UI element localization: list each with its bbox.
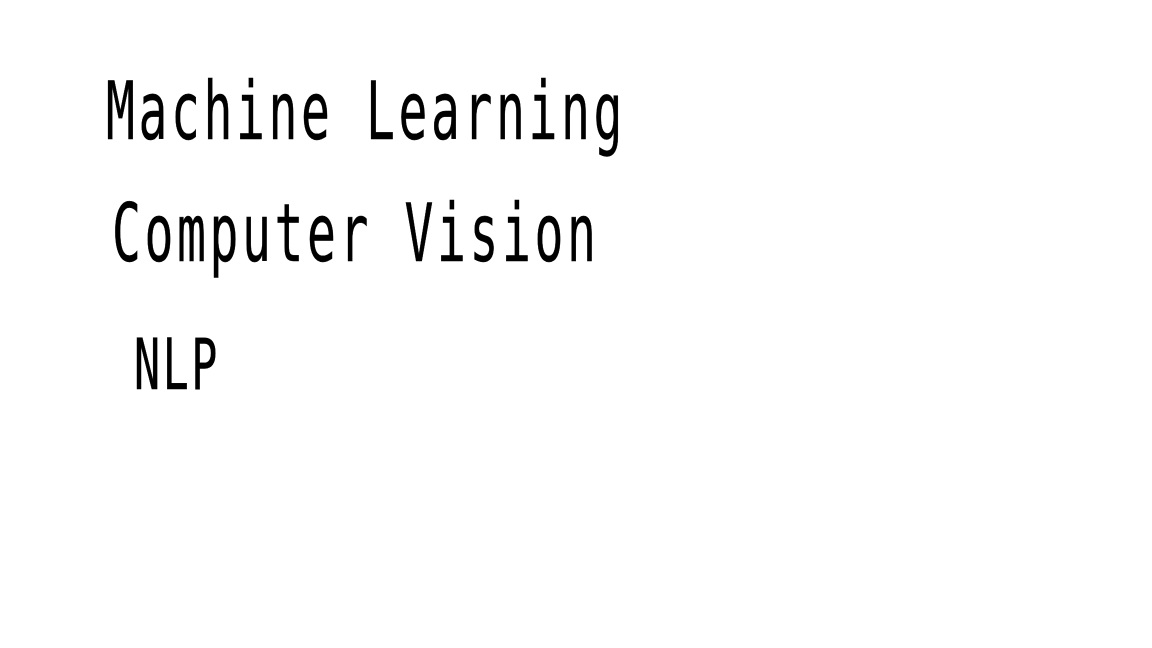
handwritten-line-nlp: NLP <box>134 324 220 406</box>
drawing-canvas[interactable]: Machine Learning Computer Vision NLP <box>0 0 1152 648</box>
handwritten-line-machine-learning: Machine Learning <box>106 65 626 158</box>
handwritten-line-computer-vision: Computer Vision <box>112 187 600 280</box>
